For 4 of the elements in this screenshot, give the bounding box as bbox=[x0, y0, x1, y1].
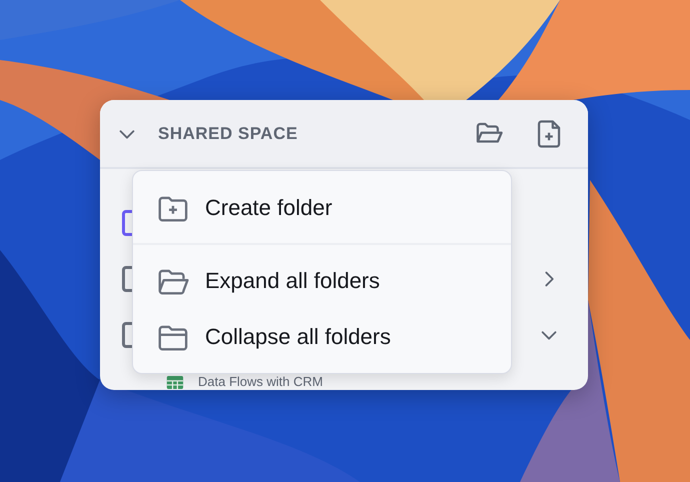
menu-item[interactable]: Collapse all folders bbox=[133, 309, 511, 365]
menu-item[interactable]: Expand all folders bbox=[133, 253, 511, 309]
item-label[interactable]: Data Flows with CRM bbox=[198, 374, 323, 390]
section-title: SHARED SPACE bbox=[158, 124, 299, 144]
